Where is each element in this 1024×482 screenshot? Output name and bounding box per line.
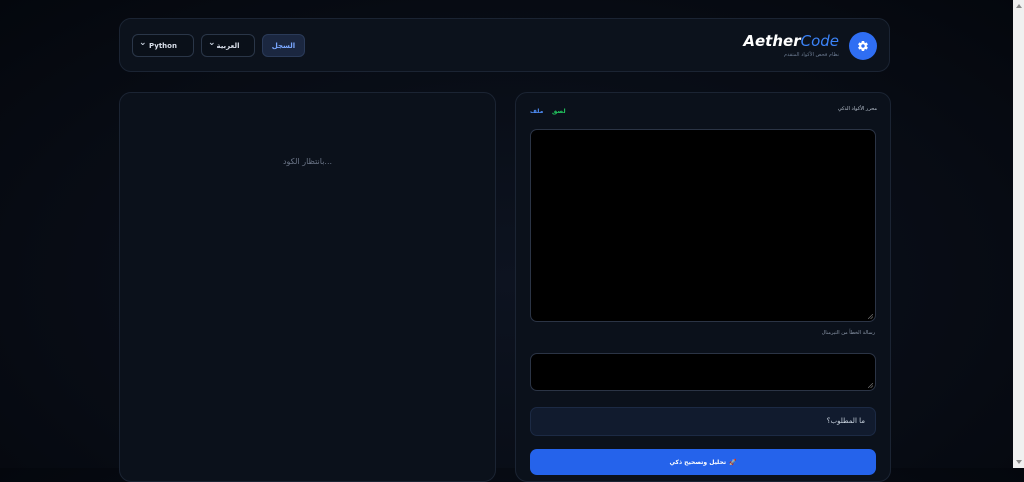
chevron-down-icon: ⌄ [208, 38, 216, 48]
programming-language-value: Python [149, 41, 177, 50]
page-scrollbar[interactable] [1013, 0, 1024, 468]
rocket-icon: 🚀 [729, 458, 737, 466]
code-input[interactable] [530, 129, 876, 322]
scroll-up-arrow-icon[interactable] [1016, 4, 1022, 8]
history-button[interactable]: السجل [262, 34, 305, 57]
error-message-input[interactable] [530, 353, 876, 391]
brand: AetherCode نظام فحص الأكواد المتقدم [743, 32, 839, 59]
resize-grip-icon[interactable] [868, 383, 873, 388]
chevron-down-icon: ⌄ [139, 38, 147, 48]
error-message-label: رسالة الخطأ من التيرمنال [821, 330, 875, 336]
editor-panel: محرر الأكواد الذكي ملف لصق رسالة الخطأ م… [515, 92, 891, 482]
ui-language-value: العربية [216, 41, 240, 50]
scroll-down-arrow-icon[interactable] [1016, 460, 1022, 464]
editor-title: محرر الأكواد الذكي [837, 106, 877, 112]
ui-language-select[interactable]: ⌄ العربية [201, 34, 255, 57]
waiting-placeholder: بانتظار الكود... [282, 157, 333, 166]
request-input[interactable]: ما المطلوب؟ [530, 407, 876, 436]
programming-language-select[interactable]: ⌄ Python [132, 34, 194, 57]
top-header: ⌄ Python ⌄ العربية السجل AetherCode نظام… [119, 18, 890, 72]
brand-name: AetherCode [743, 32, 839, 50]
tab-file[interactable]: ملف [530, 108, 543, 115]
output-panel: بانتظار الكود... [119, 92, 496, 482]
analyze-button[interactable]: تحليل وتصحيح ذكي 🚀 [530, 449, 876, 475]
gear-icon [858, 41, 868, 52]
brand-subtitle: نظام فحص الأكواد المتقدم [783, 52, 839, 58]
tab-paste[interactable]: لصق [552, 108, 566, 115]
settings-button[interactable] [849, 32, 877, 60]
analyze-button-label: تحليل وتصحيح ذكي [669, 458, 727, 466]
resize-grip-icon[interactable] [868, 314, 873, 319]
